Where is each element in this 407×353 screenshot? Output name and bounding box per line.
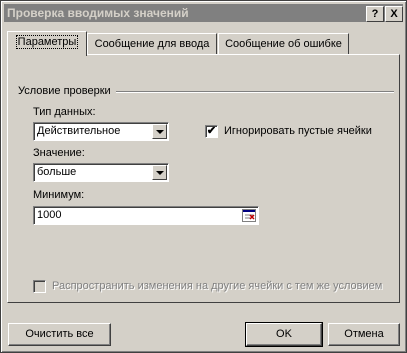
apply-all-checkbox[interactable] <box>33 280 46 293</box>
tab-parameters[interactable]: Параметры <box>7 31 87 56</box>
dialog-title: Проверка вводимых значений <box>7 6 189 20</box>
chevron-down-icon[interactable] <box>152 165 167 180</box>
minimum-label: Минимум: <box>33 189 85 201</box>
close-button[interactable]: X <box>385 6 403 22</box>
ignore-blank-label: Игнорировать пустые ячейки <box>224 125 372 137</box>
ok-button[interactable]: OK <box>245 322 323 347</box>
parameters-panel: Условие проверки Тип данных: Действитель… <box>7 54 400 303</box>
operator-label: Значение: <box>33 147 85 159</box>
help-button[interactable]: ? <box>366 6 384 22</box>
apply-all-label: Распространить изменения на другие ячейк… <box>52 280 383 292</box>
tab-error-alert-label: Сообщение об ошибке <box>225 38 342 50</box>
ignore-blank-checkbox[interactable]: ✔ <box>205 125 218 138</box>
title-bar[interactable]: Проверка вводимых значений ? X <box>4 4 403 22</box>
group-title: Условие проверки <box>18 85 111 97</box>
tab-input-message-label: Сообщение для ввода <box>94 38 210 50</box>
data-type-select[interactable]: Действительное <box>33 122 169 141</box>
clear-all-button[interactable]: Очистить все <box>8 323 111 346</box>
operator-value: больше <box>37 166 77 178</box>
collapse-dialog-icon[interactable] <box>242 209 256 222</box>
group-divider <box>116 91 394 93</box>
validation-dialog: Проверка вводимых значений ? X Параметры… <box>0 0 407 353</box>
chevron-down-icon[interactable] <box>152 124 167 139</box>
data-type-label: Тип данных: <box>33 106 96 118</box>
cancel-button[interactable]: Отмена <box>328 323 400 346</box>
operator-select[interactable]: больше <box>33 163 169 182</box>
tab-input-message[interactable]: Сообщение для ввода <box>87 33 217 54</box>
tab-parameters-label: Параметры <box>15 35 79 49</box>
data-type-value: Действительное <box>37 125 121 137</box>
tab-error-alert[interactable]: Сообщение об ошибке <box>218 33 349 54</box>
minimum-value: 1000 <box>37 209 62 221</box>
minimum-input[interactable]: 1000 <box>33 206 259 225</box>
